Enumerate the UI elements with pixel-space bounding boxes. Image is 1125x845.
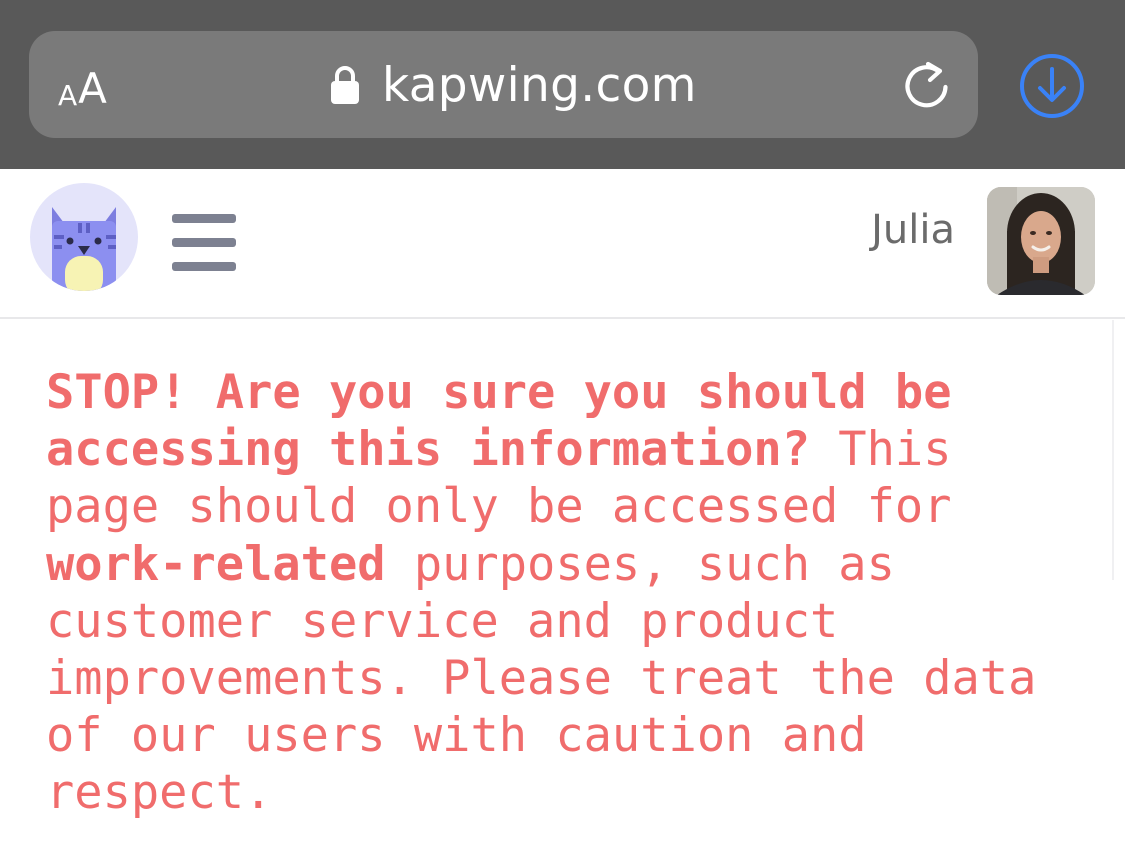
- warning-message: STOP! Are you sure you should be accessi…: [46, 364, 1086, 822]
- lock-icon: [331, 66, 359, 104]
- download-icon[interactable]: [1018, 52, 1086, 120]
- cat-logo-graphic: [52, 207, 116, 291]
- reload-icon[interactable]: [900, 58, 954, 112]
- kapwing-logo-icon[interactable]: [30, 183, 138, 291]
- text-size-small-label: A: [58, 79, 78, 112]
- scroll-edge: [1112, 320, 1114, 580]
- user-avatar[interactable]: [987, 187, 1095, 295]
- url-display[interactable]: kapwing.com: [330, 55, 697, 115]
- warning-emphasis: work-related: [46, 536, 386, 592]
- text-size-large-label: A: [78, 64, 107, 113]
- site-header: Julia: [0, 169, 1125, 319]
- hamburger-menu-icon[interactable]: [172, 214, 236, 272]
- user-name[interactable]: Julia: [871, 207, 955, 253]
- text-size-button[interactable]: A A: [58, 60, 107, 110]
- avatar-photo: [987, 187, 1095, 295]
- url-text: kapwing.com: [382, 57, 697, 113]
- browser-address-bar: A A kapwing.com: [0, 0, 1125, 169]
